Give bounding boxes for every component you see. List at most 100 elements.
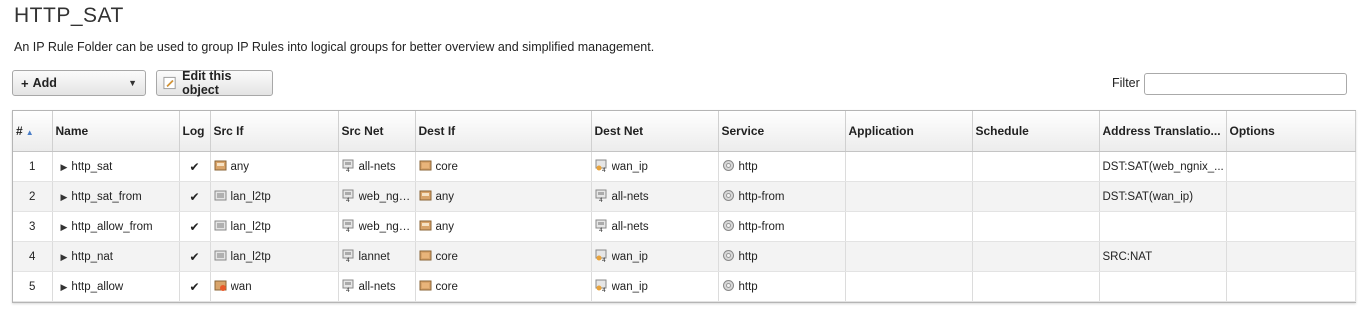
interface-icon <box>419 219 436 235</box>
table-row[interactable]: 4 ▶ http_nat ✔ lan_l2tp 4 lannet core 4 wan_ip htt… <box>13 241 1356 272</box>
checkmark-icon: ✔ <box>189 249 200 264</box>
cell-schedule <box>972 211 1100 242</box>
ip-rules-grid: # ▲ Name Log Src If Src Net Dest If Dest … <box>12 110 1356 303</box>
column-header-log[interactable]: Log <box>179 111 211 152</box>
checkmark-icon: ✔ <box>189 279 200 294</box>
cell-dest-if: any <box>415 181 592 212</box>
column-header-src-if[interactable]: Src If <box>210 111 339 152</box>
cell-name[interactable]: ▶ http_nat <box>52 241 180 272</box>
checkmark-icon: ✔ <box>189 159 200 174</box>
cell-log: ✔ <box>179 211 211 242</box>
table-row[interactable]: 1 ▶ http_sat ✔ any 4 all-nets core 4 wan_ip http DS… <box>13 151 1356 182</box>
cell-schedule <box>972 271 1100 302</box>
cell-dest-if: any <box>415 211 592 242</box>
cell-dest-net: 4 all-nets <box>591 211 719 242</box>
cell-name[interactable]: ▶ http_sat <box>52 151 180 182</box>
column-header-address-translation[interactable]: Address Translatio... <box>1099 111 1227 152</box>
cell-schedule <box>972 241 1100 272</box>
cell-dest-net: 4 wan_ip <box>591 241 719 272</box>
checkmark-icon: ✔ <box>189 189 200 204</box>
table-row[interactable]: 3▶http_allow_from ✔ lan_l2tp4web_ngnix_any… <box>13 211 1356 242</box>
cell-service: http <box>718 151 846 182</box>
page-title: HTTP_SAT <box>14 4 124 27</box>
cell-options <box>1226 241 1356 272</box>
interface-icon <box>214 159 231 175</box>
cell-log: ✔ <box>179 181 211 212</box>
core-interface-icon <box>419 249 436 265</box>
ip-rules-table: # ▲ Name Log Src If Src Net Dest If Dest … <box>13 111 1356 302</box>
column-header-service[interactable]: Service <box>718 111 846 152</box>
cell-address-translation: DST:SAT(wan_ip) <box>1099 181 1227 212</box>
svg-text:4: 4 <box>346 257 350 262</box>
cell-src-if: lan_l2tp <box>210 181 339 212</box>
expand-arrow-icon[interactable]: ▶ <box>61 162 68 172</box>
network-host-icon: 4 <box>595 279 612 295</box>
page-description: An IP Rule Folder can be used to group I… <box>14 40 655 54</box>
column-header-dest-if[interactable]: Dest If <box>415 111 592 152</box>
column-header-number[interactable]: # ▲ <box>13 111 53 152</box>
network-object-icon: 4 <box>595 219 612 235</box>
cell-schedule <box>972 151 1100 182</box>
ethernet-icon <box>214 279 231 295</box>
svg-text:4: 4 <box>346 287 350 292</box>
cell-application <box>845 151 973 182</box>
edit-button-label: Edit this object <box>182 69 232 97</box>
service-icon <box>722 219 739 235</box>
cell-dest-net: 4 wan_ip <box>591 271 719 302</box>
cell-schedule <box>972 181 1100 212</box>
column-header-schedule[interactable]: Schedule <box>972 111 1100 152</box>
network-object-icon: 4 <box>342 159 359 175</box>
add-button[interactable]: + Add ▼ <box>12 70 146 96</box>
cell-src-net: 4web_ngnix_ <box>338 211 416 242</box>
cell-address-translation <box>1099 211 1227 242</box>
cell-dest-if: core <box>415 271 592 302</box>
filter-label: Filter <box>1112 76 1140 90</box>
service-icon <box>722 159 739 175</box>
cell-name[interactable]: ▶ http_sat_from <box>52 181 180 212</box>
network-object-icon: 4 <box>342 219 359 235</box>
cell-name[interactable]: ▶ http_allow_from <box>52 211 180 242</box>
expand-arrow-icon[interactable]: ▶ <box>61 192 68 202</box>
svg-text:4: 4 <box>602 287 606 292</box>
tunnel-icon <box>214 189 231 205</box>
cell-service: http <box>718 271 846 302</box>
plus-icon: + <box>21 75 29 91</box>
cell-src-net: 4 all-nets <box>338 271 416 302</box>
cell-src-net: 4 lannet <box>338 241 416 272</box>
cell-options <box>1226 211 1356 242</box>
cell-src-if: lan_l2tp <box>210 211 339 242</box>
column-header-src-net[interactable]: Src Net <box>338 111 416 152</box>
edit-object-button[interactable]: Edit this object <box>156 69 273 97</box>
column-header-dest-net[interactable]: Dest Net <box>591 111 719 152</box>
column-header-application[interactable]: Application <box>845 111 973 152</box>
network-host-icon: 4 <box>595 249 612 265</box>
svg-text:4: 4 <box>599 227 603 232</box>
table-row[interactable]: 2▶http_sat_from ✔ lan_l2tp4web_ngnix_any4a… <box>13 181 1356 212</box>
cell-src-if: any <box>210 151 339 182</box>
expand-arrow-icon[interactable]: ▶ <box>61 222 68 232</box>
expand-arrow-icon[interactable]: ▶ <box>61 252 68 262</box>
cell-number: 1 <box>13 151 53 182</box>
service-icon <box>722 189 739 205</box>
cell-number: 3 <box>13 211 53 242</box>
column-header-options[interactable]: Options <box>1226 111 1356 152</box>
table-row[interactable]: 5 ▶ http_allow ✔ wan 4 all-nets core 4 wan_ip http <box>13 271 1356 302</box>
cell-service: http-from <box>718 181 846 212</box>
service-icon <box>722 279 739 295</box>
network-host-icon: 4 <box>595 159 612 175</box>
cell-address-translation: DST:SAT(web_ngnix_... <box>1099 151 1227 182</box>
column-header-name[interactable]: Name <box>52 111 180 152</box>
svg-text:4: 4 <box>346 227 350 232</box>
cell-address-translation: SRC:NAT <box>1099 241 1227 272</box>
filter-input[interactable] <box>1144 73 1347 95</box>
expand-arrow-icon[interactable]: ▶ <box>61 282 68 292</box>
sort-ascending-icon: ▲ <box>25 128 34 137</box>
cell-number: 4 <box>13 241 53 272</box>
cell-name[interactable]: ▶ http_allow <box>52 271 180 302</box>
cell-dest-net: 4 wan_ip <box>591 151 719 182</box>
cell-application <box>845 181 973 212</box>
service-icon <box>722 249 739 265</box>
add-button-label: Add <box>32 76 57 90</box>
cell-application <box>845 271 973 302</box>
cell-application <box>845 241 973 272</box>
